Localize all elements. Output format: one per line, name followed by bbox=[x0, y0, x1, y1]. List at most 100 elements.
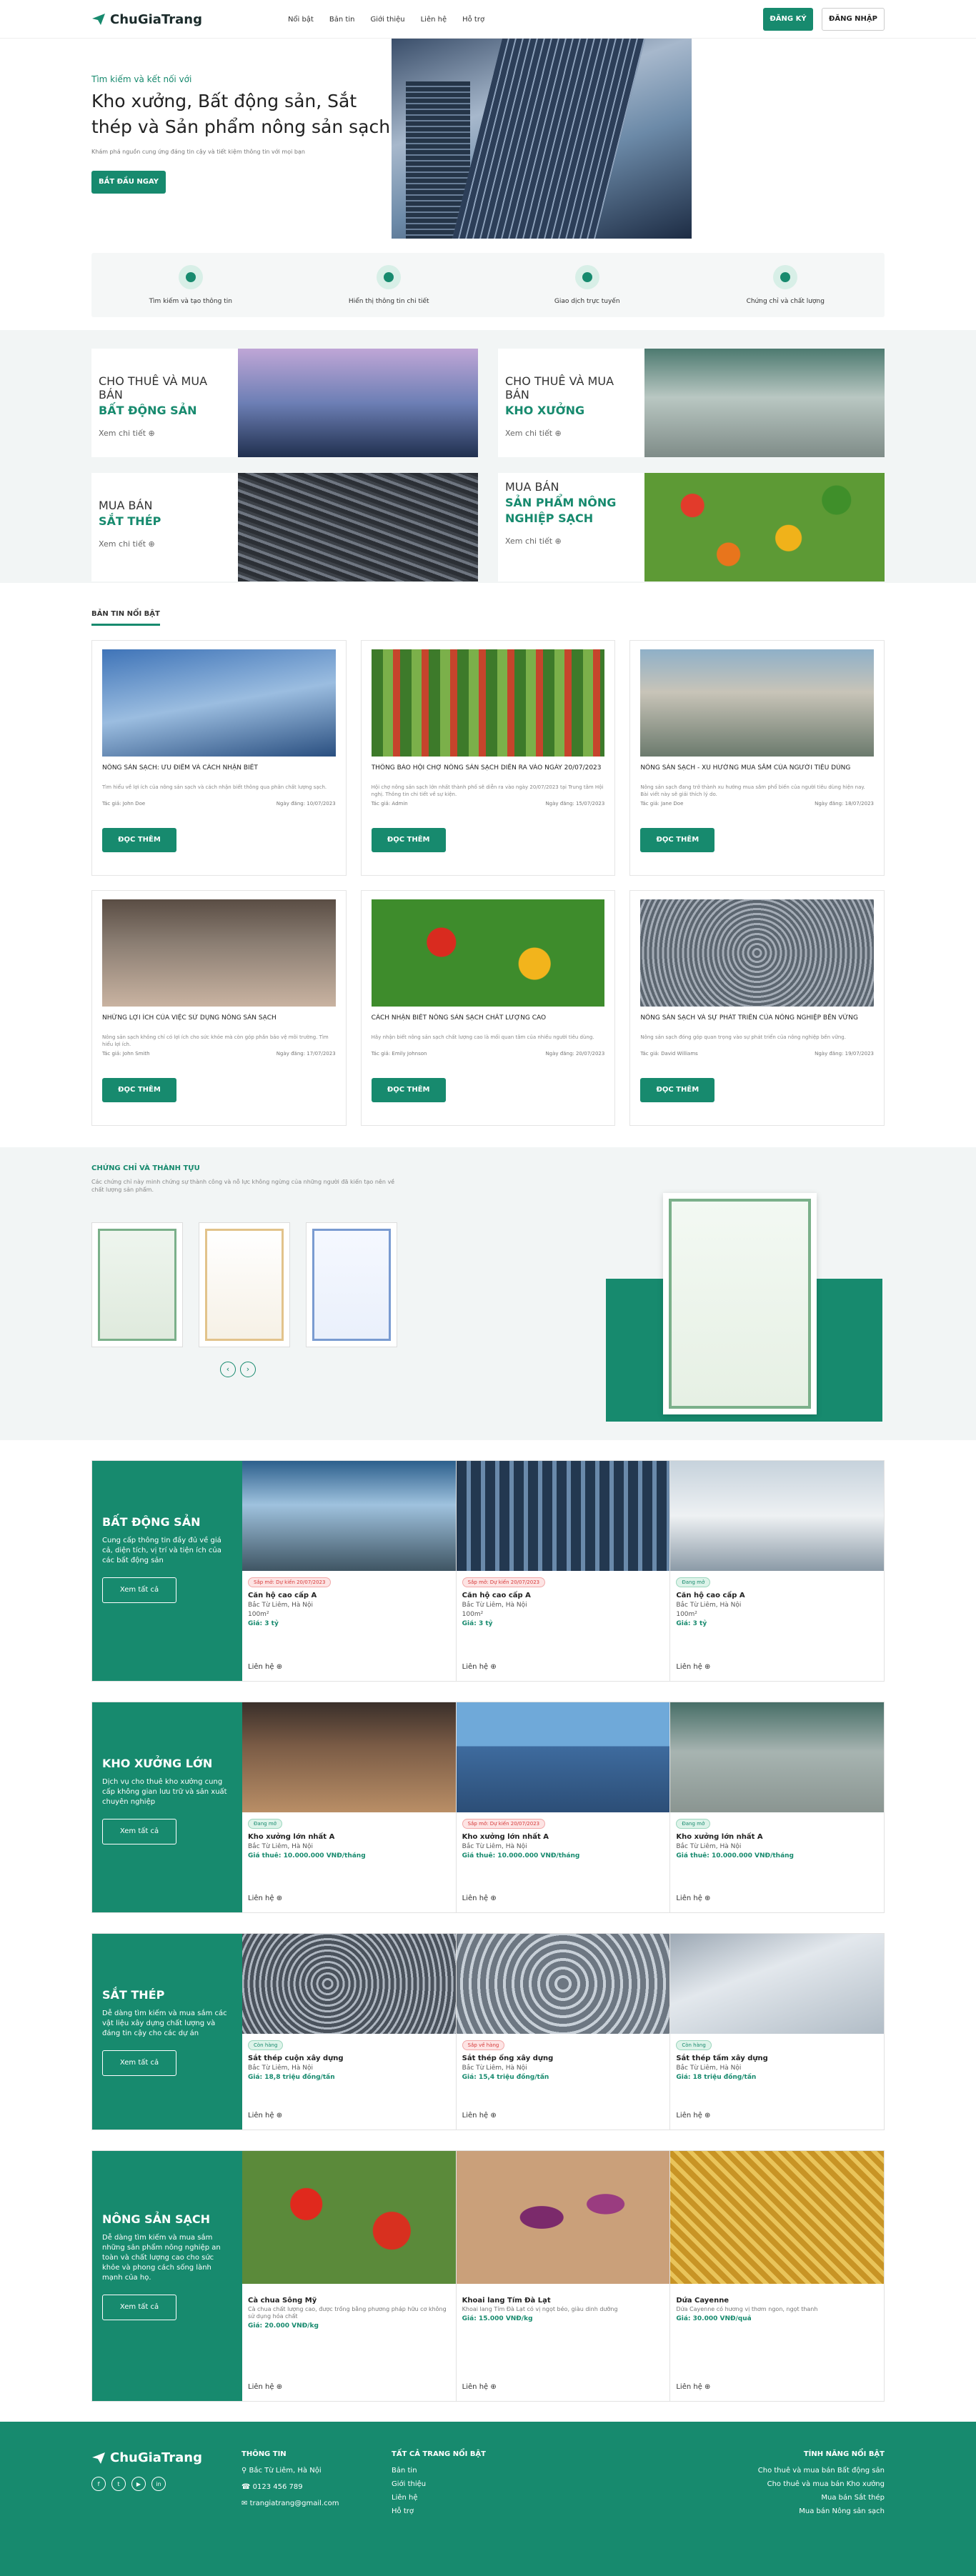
footer-feature-link[interactable]: Cho thuê và mua bán Bất động sản bbox=[758, 2467, 885, 2475]
listing-image bbox=[670, 1461, 885, 1571]
youtube-icon[interactable]: ▶ bbox=[131, 2477, 146, 2491]
listing-card[interactable]: Khoai lang Tím Đà Lạt Khoai lang Tím Đà L… bbox=[456, 2151, 671, 2401]
agriculture-image bbox=[644, 473, 885, 581]
news-image bbox=[640, 899, 874, 1007]
footer-phone[interactable]: ☎ 0123 456 789 bbox=[241, 2483, 392, 2491]
footer-link-contact[interactable]: Liên hệ bbox=[392, 2494, 606, 2502]
view-detail-link[interactable]: Xem chi tiết ⊕ bbox=[505, 536, 637, 546]
contact-link[interactable]: Liên hệ ⊕ bbox=[248, 2112, 282, 2120]
mail-icon: ✉ bbox=[241, 2500, 248, 2507]
listing-image bbox=[456, 2151, 670, 2284]
listing-image bbox=[456, 1461, 670, 1571]
steel-image bbox=[238, 473, 478, 581]
footer-link-news[interactable]: Bản tin bbox=[392, 2467, 606, 2475]
listing-card[interactable]: Sắp về hàng Sắt thép ống xây dựng Bắc Từ L… bbox=[456, 1934, 671, 2130]
nav-featured[interactable]: Nổi bật bbox=[288, 16, 314, 24]
listing-card[interactable]: Sắp mở: Dự kiến 20/07/2023 Căn hộ cao cấp… bbox=[456, 1461, 671, 1681]
view-detail-link[interactable]: Xem chi tiết ⊕ bbox=[99, 429, 231, 438]
nav-about[interactable]: Giới thiệu bbox=[370, 16, 404, 24]
listing-image bbox=[670, 1934, 885, 2034]
footer-link-about[interactable]: Giới thiệu bbox=[392, 2480, 606, 2488]
register-button[interactable]: ĐĂNG KÝ bbox=[763, 8, 813, 31]
listing-image bbox=[242, 1934, 456, 2034]
listing-card[interactable]: Sắp mở: Dự kiến 20/07/2023 Căn hộ cao cấp… bbox=[242, 1461, 457, 1681]
info-icon bbox=[377, 265, 402, 289]
status-badge: Còn hàng bbox=[248, 2040, 284, 2050]
read-more-button[interactable]: ĐỌC THÊM bbox=[640, 1078, 715, 1102]
footer-pages-heading: TẤT CẢ TRANG NỔI BẬT bbox=[392, 2450, 486, 2458]
linkedin-icon[interactable]: in bbox=[151, 2477, 166, 2491]
listing-card[interactable]: Đang mở Căn hộ cao cấp A Bắc Từ Liêm, Hà N… bbox=[670, 1461, 885, 1681]
footer-email[interactable]: ✉ trangiatrang@gmail.com bbox=[241, 2500, 392, 2507]
login-button[interactable]: ĐĂNG NHẬP bbox=[822, 8, 885, 31]
twitter-icon[interactable]: t bbox=[111, 2477, 126, 2491]
contact-link[interactable]: Liên hệ ⊕ bbox=[248, 1663, 282, 1671]
read-more-button[interactable]: ĐỌC THÊM bbox=[371, 828, 446, 852]
view-all-button[interactable]: Xem tất cả bbox=[102, 1577, 176, 1603]
chevron-right-icon[interactable]: › bbox=[240, 1362, 256, 1377]
contact-link[interactable]: Liên hệ ⊕ bbox=[676, 1894, 710, 1902]
view-all-button[interactable]: Xem tất cả bbox=[102, 2295, 176, 2320]
category-agriculture[interactable]: MUA BÁN SẢN PHẨM NÔNG NGHIỆP SẠCH Xem chi … bbox=[498, 473, 885, 581]
view-detail-link[interactable]: Xem chi tiết ⊕ bbox=[99, 539, 231, 549]
listing-agriculture: NÔNG SẢN SẠCH Dễ dàng tìm kiếm và mua sắm… bbox=[91, 2150, 885, 2402]
location-pin-icon: ⚲ bbox=[241, 2467, 247, 2475]
listing-card[interactable]: Cà chua Sông Mỹ Cà chua chất lượng cao, đ… bbox=[242, 2151, 457, 2401]
category-warehouse[interactable]: CHO THUÊ VÀ MUA BÁN KHO XƯỞNG Xem chi tiết… bbox=[498, 349, 885, 457]
contact-link[interactable]: Liên hệ ⊕ bbox=[462, 1894, 497, 1902]
certificate-thumbnail[interactable] bbox=[306, 1222, 397, 1347]
contact-link[interactable]: Liên hệ ⊕ bbox=[462, 2112, 497, 2120]
nav-news[interactable]: Bản tin bbox=[329, 16, 355, 24]
certificates-section: CHỨNG CHỈ VÀ THÀNH TỰU Các chứng chỉ này… bbox=[0, 1147, 976, 1440]
categories-section: CHO THUÊ VÀ MUA BÁN BẤT ĐỘNG SẢN Xem chi t… bbox=[0, 330, 976, 583]
read-more-button[interactable]: ĐỌC THÊM bbox=[640, 828, 715, 852]
contact-link[interactable]: Liên hệ ⊕ bbox=[462, 2383, 497, 2391]
hero-section: Tìm kiếm và kết nối với Kho xưởng, Bất đ… bbox=[91, 39, 885, 317]
listing-image bbox=[242, 1702, 456, 1812]
footer-feature-link[interactable]: Cho thuê và mua bán Kho xưởng bbox=[758, 2480, 885, 2488]
contact-link[interactable]: Liên hệ ⊕ bbox=[676, 2112, 710, 2120]
listing-image bbox=[670, 2151, 885, 2284]
certificate-thumbnail[interactable] bbox=[199, 1222, 290, 1347]
listing-card[interactable]: Sắp mở: Dự kiến 20/07/2023 Kho xưởng lớn … bbox=[456, 1702, 671, 1912]
listing-card[interactable]: Dứa Cayenne Dứa Cayenne có hương vị thơm … bbox=[670, 2151, 885, 2401]
certificate-thumbnail[interactable] bbox=[91, 1222, 183, 1347]
view-all-button[interactable]: Xem tất cả bbox=[102, 2050, 176, 2076]
footer-logo[interactable]: ChuGiaTrang bbox=[91, 2450, 241, 2465]
read-more-button[interactable]: ĐỌC THÊM bbox=[371, 1078, 446, 1102]
listing-card[interactable]: Đang mở Kho xưởng lớn nhất A Bắc Từ Liêm, … bbox=[242, 1702, 457, 1912]
listing-image bbox=[242, 1461, 456, 1571]
view-detail-link[interactable]: Xem chi tiết ⊕ bbox=[505, 429, 637, 438]
badge-icon bbox=[773, 265, 798, 289]
footer-feature-link[interactable]: Mua bán Nông sản sạch bbox=[758, 2507, 885, 2515]
footer-link-support[interactable]: Hỗ trợ bbox=[392, 2507, 606, 2515]
contact-link[interactable]: Liên hệ ⊕ bbox=[676, 2383, 710, 2391]
category-real-estate[interactable]: CHO THUÊ VÀ MUA BÁN BẤT ĐỘNG SẢN Xem chi t… bbox=[91, 349, 478, 457]
footer-info-heading: THÔNG TIN bbox=[241, 2450, 287, 2458]
contact-link[interactable]: Liên hệ ⊕ bbox=[462, 1663, 497, 1671]
read-more-button[interactable]: ĐỌC THÊM bbox=[102, 828, 176, 852]
brand-logo[interactable]: ChuGiaTrang bbox=[91, 12, 202, 27]
listing-image bbox=[456, 1934, 670, 2034]
nav-support[interactable]: Hỗ trợ bbox=[462, 16, 484, 24]
facebook-icon[interactable]: f bbox=[91, 2477, 106, 2491]
status-badge: Sắp mở: Dự kiến 20/07/2023 bbox=[248, 1577, 332, 1587]
category-steel[interactable]: MUA BÁN SẮT THÉP Xem chi tiết ⊕ bbox=[91, 473, 478, 581]
contact-link[interactable]: Liên hệ ⊕ bbox=[676, 1663, 710, 1671]
listing-warehouse: KHO XƯỞNG LỚN Dịch vụ cho thuê kho xưởng … bbox=[91, 1702, 885, 1913]
contact-link[interactable]: Liên hệ ⊕ bbox=[248, 2383, 282, 2391]
listing-card[interactable]: Đang mở Kho xưởng lớn nhất A Bắc Từ Liêm, … bbox=[670, 1702, 885, 1912]
footer-feature-link[interactable]: Mua bán Sắt thép bbox=[758, 2494, 885, 2502]
contact-link[interactable]: Liên hệ ⊕ bbox=[248, 1894, 282, 1902]
feature-certificates: Chứng chỉ và chất lượng bbox=[714, 265, 857, 305]
chevron-left-icon[interactable]: ‹ bbox=[220, 1362, 236, 1377]
nav-contact[interactable]: Liên hệ bbox=[421, 16, 447, 24]
read-more-button[interactable]: ĐỌC THÊM bbox=[102, 1078, 176, 1102]
view-all-button[interactable]: Xem tất cả bbox=[102, 1819, 176, 1844]
certificates-description: Các chứng chỉ này minh chứng sự thành cô… bbox=[91, 1179, 395, 1193]
listing-card[interactable]: Còn hàng Sắt thép tấm xây dựng Bắc Từ Liêm… bbox=[670, 1934, 885, 2130]
listing-card[interactable]: Còn hàng Sắt thép cuộn xây dựng Bắc Từ Liê… bbox=[242, 1934, 457, 2130]
listing-image bbox=[456, 1702, 670, 1812]
get-started-button[interactable]: BẮT ĐẦU NGAY bbox=[91, 171, 166, 194]
status-badge: Sắp mở: Dự kiến 20/07/2023 bbox=[462, 1819, 546, 1829]
